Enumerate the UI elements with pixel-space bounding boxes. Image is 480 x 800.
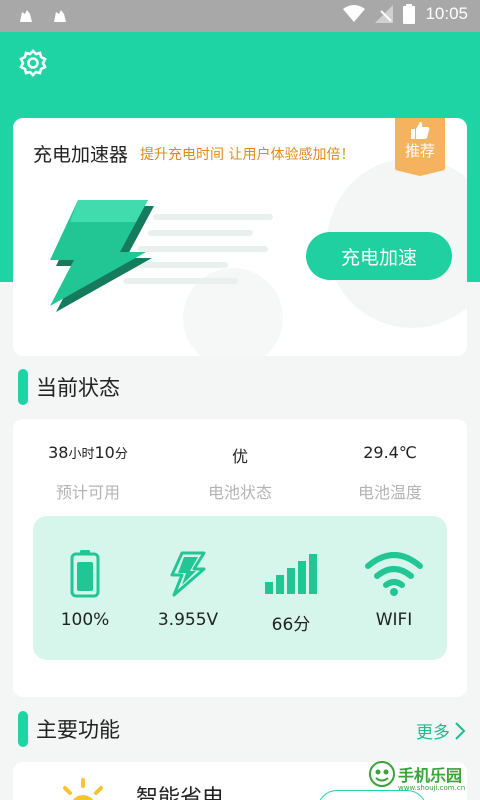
score-indicator: 66分 — [241, 548, 341, 635]
watermark: 手机乐园 www.shouji.com.cn — [368, 760, 465, 792]
indicator-value: WIFI — [375, 610, 413, 630]
wifi-status-icon — [343, 5, 366, 22]
charge-accelerate-button[interactable]: 充电加速 — [306, 232, 452, 280]
indicator-value: 100% — [60, 610, 110, 630]
gear-icon — [19, 49, 47, 77]
function-title: 智能省电 — [136, 786, 225, 800]
more-link[interactable]: 更多 — [416, 718, 466, 743]
status-card: 38小时10分 预计可用 优 电池状态 29.4℃ 电池温度 100% 3.95… — [13, 419, 467, 697]
section-accent-bar — [18, 711, 28, 747]
metric-label: 预计可用 — [55, 483, 120, 502]
metric-value: 29.4℃ — [363, 443, 417, 462]
more-label: 更多 — [416, 723, 450, 743]
notification-icon — [54, 10, 66, 22]
section-title: 主要功能 — [36, 718, 120, 742]
metric-label: 电池状态 — [207, 483, 272, 502]
section-accent-bar — [18, 369, 28, 405]
wifi-icon — [365, 552, 423, 596]
battery-icon — [70, 550, 100, 598]
metric-value: 优 — [231, 447, 248, 466]
indicator-value: 3.955V — [157, 610, 219, 630]
charge-accelerator-card: 充电加速器 提升充电时间 让用户体验感加倍！ 推荐 充电加速 — [13, 118, 467, 356]
signal-bars-icon — [265, 554, 317, 594]
watermark-url: www.shouji.com.cn — [398, 784, 466, 792]
watermark-text: 手机乐园 — [398, 766, 463, 785]
battery-temperature-metric: 29.4℃ 电池温度 — [315, 443, 465, 503]
no-signal-icon — [375, 5, 394, 23]
voltage-indicator: 3.955V — [138, 548, 238, 630]
hero-title: 充电加速器 — [33, 144, 129, 166]
settings-button[interactable] — [18, 48, 48, 78]
hero-subtitle: 提升充电时间 让用户体验感加倍！ — [140, 147, 355, 163]
notification-icon — [20, 10, 32, 22]
metric-value: 38小时10分 — [48, 443, 128, 462]
battery-state-metric: 优 电池状态 — [165, 443, 315, 503]
indicator-panel: 100% 3.955V 66分 WIFI — [33, 516, 447, 660]
thumbs-up-icon — [411, 122, 430, 139]
section-title: 当前状态 — [36, 376, 120, 400]
lightning-bolt-icon — [50, 200, 273, 312]
battery-status-icon — [403, 4, 416, 24]
indicator-value: 66分 — [271, 615, 311, 635]
metric-label: 电池温度 — [357, 483, 422, 502]
main-functions-heading: 主要功能 — [18, 711, 120, 747]
watermark-logo-icon — [369, 761, 395, 787]
status-bar: 10:05 — [0, 0, 480, 32]
status-time: 10:05 — [425, 4, 468, 23]
battery-level-indicator: 100% — [35, 548, 135, 630]
lightning-icon — [170, 551, 206, 597]
chevron-right-icon — [455, 721, 466, 740]
network-indicator: WIFI — [344, 548, 444, 630]
recommend-badge-label: 推荐 — [404, 142, 435, 160]
recommend-badge: 推荐 — [395, 118, 445, 176]
sun-icon — [63, 778, 103, 800]
current-status-heading: 当前状态 — [18, 369, 120, 405]
estimated-usage-metric: 38小时10分 预计可用 — [13, 443, 163, 503]
